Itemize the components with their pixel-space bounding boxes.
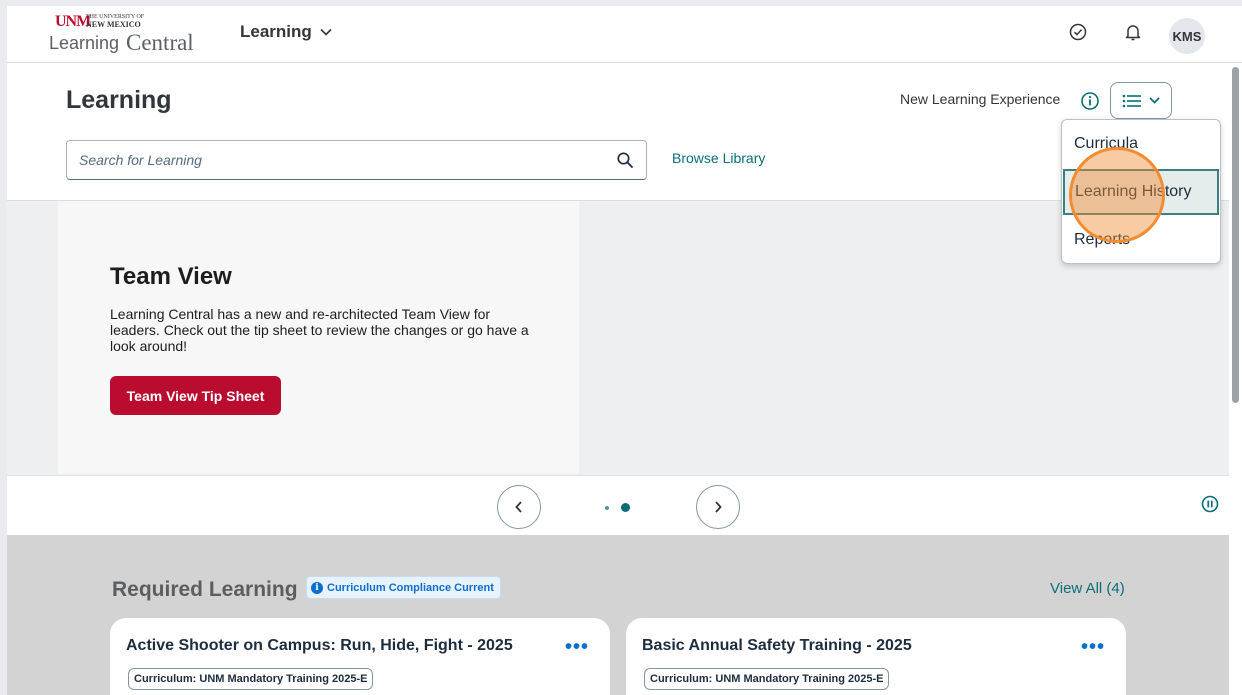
brand-learning: Learning (49, 33, 120, 53)
card-title[interactable]: Active Shooter on Campus: Run, Hide, Fig… (126, 637, 513, 655)
slide-description: Learning Central has a new and re-archit… (110, 306, 529, 354)
curriculum-tag: Curriculum: UNM Mandatory Training 2025-… (644, 668, 890, 690)
compliance-status-badge: i Curriculum Compliance Current (306, 576, 501, 599)
view-menu-popover: Curricula Learning History Reports (1061, 119, 1221, 264)
unm-wordmark: THE UNIVERSITY OF NEW MEXICO (86, 14, 145, 29)
search-input[interactable] (79, 149, 599, 171)
learning-card[interactable]: Active Shooter on Campus: Run, Hide, Fig… (110, 618, 610, 695)
menu-item-curricula[interactable]: Curricula (1062, 121, 1220, 167)
view-menu-button[interactable] (1110, 82, 1172, 119)
learning-menu-label: Learning (240, 22, 312, 41)
user-avatar[interactable]: KMS (1169, 18, 1205, 54)
more-options-icon[interactable]: ••• (565, 636, 589, 659)
menu-item-reports[interactable]: Reports (1062, 217, 1220, 263)
app-window: UNM THE UNIVERSITY OF NEW MEXICO Learnin… (7, 6, 1242, 695)
slide-title: Team View (110, 263, 232, 290)
info-filled-icon: i (311, 581, 323, 594)
browse-library-link[interactable]: Browse Library (672, 150, 765, 166)
bell-icon[interactable] (1122, 21, 1144, 43)
chevron-right-icon (715, 501, 722, 513)
vertical-scrollbar[interactable] (1229, 63, 1242, 695)
learning-card[interactable]: Basic Annual Safety Training - 2025 ••• … (626, 618, 1126, 695)
learning-central-logo[interactable]: UNM THE UNIVERSITY OF NEW MEXICO Learnin… (45, 13, 215, 61)
info-icon[interactable] (1080, 91, 1100, 111)
carousel-dot-1[interactable] (605, 506, 609, 510)
card-title[interactable]: Basic Annual Safety Training - 2025 (642, 637, 912, 655)
menu-item-learning-history[interactable]: Learning History (1063, 169, 1219, 215)
chevron-down-icon (1149, 97, 1160, 104)
announcement-carousel: Team View Learning Central has a new and… (7, 200, 1232, 543)
compliance-status-label: Curriculum Compliance Current (327, 581, 494, 594)
list-icon (1122, 94, 1141, 107)
team-view-tip-sheet-button[interactable]: Team View Tip Sheet (110, 376, 281, 415)
new-experience-label: New Learning Experience (900, 91, 1061, 107)
checkmark-circle-icon[interactable] (1067, 21, 1089, 43)
chevron-left-icon (515, 501, 522, 513)
chevron-down-icon (320, 28, 332, 36)
brand-central: Central (126, 30, 194, 55)
required-learning-title: Required Learning (112, 578, 298, 601)
carousel-controls (7, 475, 1232, 538)
carousel-next-button[interactable] (696, 485, 740, 529)
more-options-icon[interactable]: ••• (1081, 636, 1105, 659)
view-all-link[interactable]: View All (4) (1050, 580, 1125, 597)
unm-logo-mark: UNM (55, 13, 91, 30)
shell-bar: UNM THE UNIVERSITY OF NEW MEXICO Learnin… (7, 6, 1242, 63)
learning-menu-button[interactable]: Learning (240, 22, 332, 42)
carousel-dot-2-active[interactable] (621, 503, 630, 512)
pause-icon[interactable] (1200, 494, 1220, 514)
carousel-slide: Team View Learning Central has a new and… (58, 201, 579, 474)
search-field[interactable] (66, 140, 647, 180)
scrollbar-thumb[interactable] (1232, 67, 1239, 403)
curriculum-tag: Curriculum: UNM Mandatory Training 2025-… (128, 668, 374, 690)
carousel-prev-button[interactable] (497, 485, 541, 529)
page-title: Learning (66, 86, 172, 114)
search-icon[interactable] (616, 151, 634, 169)
required-learning-section: Required Learning i Curriculum Complianc… (7, 535, 1232, 695)
